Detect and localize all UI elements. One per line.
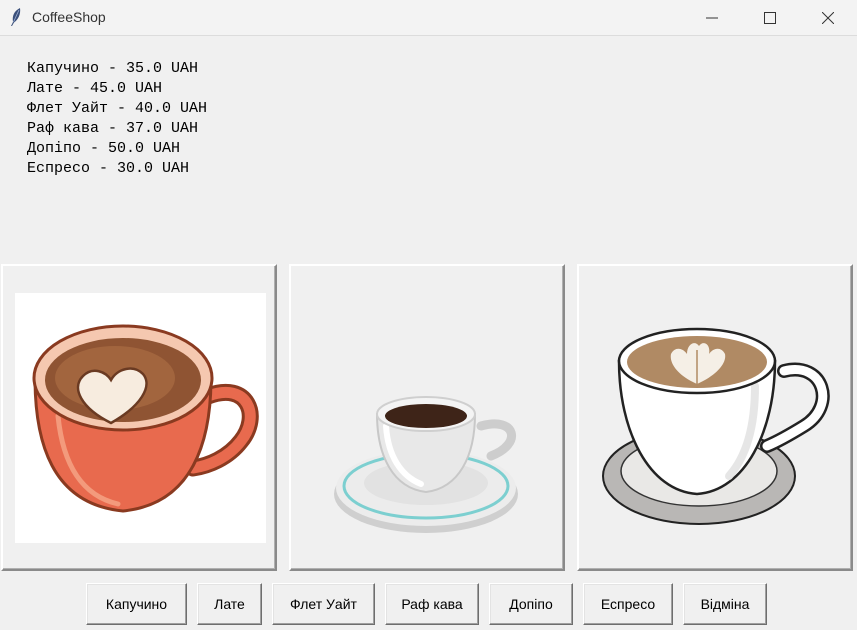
close-icon [822, 11, 834, 24]
image-panel-2 [289, 264, 565, 571]
espresso-button[interactable]: Еспресо [583, 583, 673, 625]
cappuccino-button[interactable]: Капучино [86, 583, 187, 625]
image-panel-3 [577, 264, 853, 571]
minimize-icon [706, 17, 718, 18]
doppio-button[interactable]: Допіпо [489, 583, 573, 625]
price-list: Капучино - 35.0 UAH Лате - 45.0 UAH Флет… [27, 59, 207, 179]
cappuccino-cup-image [602, 327, 830, 525]
image-panel-1 [1, 264, 277, 571]
cancel-button[interactable]: Відміна [683, 583, 767, 625]
flat-white-button[interactable]: Флет Уайт [272, 583, 375, 625]
raf-button[interactable]: Раф кава [385, 583, 479, 625]
latte-mug-image [15, 293, 266, 543]
maximize-icon [764, 11, 776, 24]
feather-icon [11, 8, 21, 26]
menu-item: Лате - 45.0 UAH [27, 80, 163, 97]
menu-item: Капучино - 35.0 UAH [27, 60, 199, 77]
menu-item: Флет Уайт - 40.0 UAH [27, 100, 208, 117]
latte-button[interactable]: Лате [197, 583, 262, 625]
minimize-button[interactable] [683, 0, 741, 35]
title-bar: CoffeeShop [0, 0, 857, 36]
menu-item: Раф кава - 37.0 UAH [27, 120, 199, 137]
menu-item: Еспресо - 30.0 UAH [27, 160, 190, 177]
window-title: CoffeeShop [32, 9, 106, 25]
maximize-button[interactable] [741, 0, 799, 35]
close-button[interactable] [799, 0, 857, 35]
espresso-cup-image [334, 396, 518, 533]
menu-item: Допіпо - 50.0 UAH [27, 140, 181, 157]
